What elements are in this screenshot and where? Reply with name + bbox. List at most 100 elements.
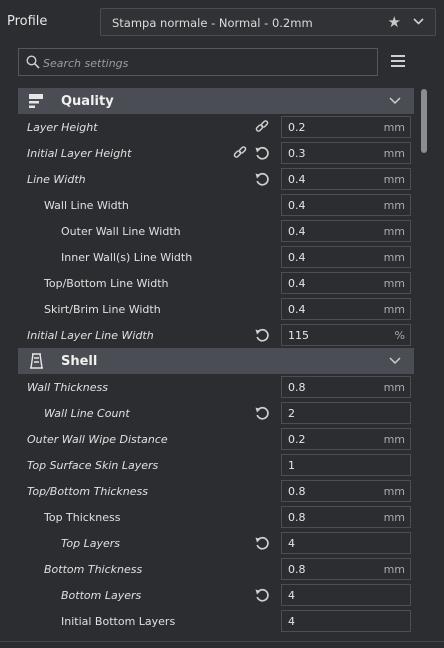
setting-value-field[interactable]: 1 <box>281 454 411 476</box>
search-box[interactable] <box>18 48 378 76</box>
setting-label: Top Surface Skin Layers <box>27 459 159 472</box>
setting-value-field[interactable]: 0.4 mm <box>281 220 411 242</box>
shell-icon <box>28 353 46 369</box>
setting-value-field[interactable]: 0.4 mm <box>281 298 411 320</box>
setting-value: 0.8 <box>288 511 306 524</box>
setting-row: Bottom Layers 4 <box>18 582 414 608</box>
setting-value-field[interactable]: 0.4 mm <box>281 272 411 294</box>
setting-row: Top/Bottom Line Width 0.4 mm <box>18 270 414 296</box>
setting-value-field[interactable]: 0.8 mm <box>281 480 411 502</box>
setting-value: 0.4 <box>288 173 306 186</box>
profile-label: Profile <box>7 14 48 29</box>
setting-label: Inner Wall(s) Line Width <box>61 251 193 264</box>
setting-label: Skirt/Brim Line Width <box>44 303 161 316</box>
setting-row: Top/Bottom Thickness 0.8 mm <box>18 478 414 504</box>
setting-label: Initial Layer Height <box>27 147 132 160</box>
setting-row: Initial Layer Line Width 115% <box>18 322 414 348</box>
setting-unit: mm <box>383 199 405 212</box>
search-icon <box>26 55 40 69</box>
profile-dropdown[interactable]: Stampa normale - Normal - 0.2mm ★ <box>100 8 436 36</box>
setting-value: 0.2 <box>288 121 306 134</box>
setting-value-field[interactable]: 0.4 mm <box>281 194 411 216</box>
setting-label: Top/Bottom Line Width <box>44 277 169 290</box>
setting-row: Skirt/Brim Line Width 0.4 mm <box>18 296 414 322</box>
setting-value-field[interactable]: 0.4 mm <box>281 246 411 268</box>
setting-value-field[interactable]: 4 <box>281 610 411 632</box>
setting-row: Wall Thickness 0.8 mm <box>18 374 414 400</box>
setting-row: Wall Line Width 0.4 mm <box>18 192 414 218</box>
setting-value-field[interactable]: 0.8 mm <box>281 376 411 398</box>
section-title: Shell <box>61 354 98 369</box>
setting-label: Line Width <box>27 173 86 186</box>
setting-row: Inner Wall(s) Line Width 0.4 mm <box>18 244 414 270</box>
reset-icon[interactable] <box>254 535 270 551</box>
chevron-down-icon <box>413 18 424 25</box>
setting-label: Outer Wall Line Width <box>61 225 181 238</box>
setting-value: 4 <box>288 615 295 628</box>
setting-value: 0.4 <box>288 251 306 264</box>
profile-selected-value: Stampa normale - Normal - 0.2mm <box>112 16 313 30</box>
reset-icon[interactable] <box>254 145 270 161</box>
setting-row: Outer Wall Wipe Distance 0.2 mm <box>18 426 414 452</box>
setting-row: Initial Bottom Layers 4 <box>18 608 414 634</box>
setting-value-field[interactable]: 4 <box>281 584 411 606</box>
setting-value-field[interactable]: 0.3 mm <box>281 142 411 164</box>
setting-unit: % <box>394 329 405 342</box>
search-input[interactable] <box>41 53 365 73</box>
setting-value-field[interactable]: 0.8 mm <box>281 506 411 528</box>
setting-value-field[interactable]: 0.2 mm <box>281 116 411 138</box>
setting-row: Line Width 0.4 mm <box>18 166 414 192</box>
setting-value-field[interactable]: 0.8 mm <box>281 558 411 580</box>
setting-unit: mm <box>383 173 405 186</box>
setting-label: Wall Line Count <box>44 407 130 420</box>
quality-icon <box>28 93 46 109</box>
reset-icon[interactable] <box>254 171 270 187</box>
reset-icon[interactable] <box>254 405 270 421</box>
settings-list: Quality Layer Height 0.2 mm Initial Layer He… <box>18 88 414 634</box>
setting-value: 4 <box>288 537 295 550</box>
setting-value-field[interactable]: 0.2 mm <box>281 428 411 450</box>
setting-unit: mm <box>383 225 405 238</box>
setting-value: 2 <box>288 407 295 420</box>
setting-unit: mm <box>383 433 405 446</box>
reset-icon[interactable] <box>254 327 270 343</box>
setting-value-field[interactable]: 2 <box>281 402 411 424</box>
link-icon[interactable] <box>232 145 248 161</box>
setting-value: 0.4 <box>288 303 306 316</box>
setting-label: Layer Height <box>27 121 98 134</box>
setting-unit: mm <box>383 121 405 134</box>
setting-value: 0.8 <box>288 485 306 498</box>
reset-icon[interactable] <box>254 587 270 603</box>
setting-label: Top/Bottom Thickness <box>27 485 148 498</box>
setting-value: 1 <box>288 459 295 472</box>
setting-label: Initial Layer Line Width <box>27 329 154 342</box>
setting-label: Top Layers <box>61 537 120 550</box>
settings-menu-icon[interactable] <box>391 55 405 69</box>
setting-label: Bottom Thickness <box>44 563 143 576</box>
setting-label: Top Thickness <box>44 511 121 524</box>
setting-label: Initial Bottom Layers <box>61 615 176 628</box>
setting-label: Bottom Layers <box>61 589 142 602</box>
star-icon[interactable]: ★ <box>388 13 401 31</box>
section-header-shell[interactable]: Shell <box>18 348 414 374</box>
setting-row: Top Thickness 0.8 mm <box>18 504 414 530</box>
setting-value: 115 <box>288 329 309 342</box>
link-icon[interactable] <box>254 119 270 135</box>
scrollbar-handle[interactable] <box>421 89 427 153</box>
setting-value: 0.4 <box>288 199 306 212</box>
setting-value-field[interactable]: 115% <box>281 324 411 346</box>
setting-unit: mm <box>383 277 405 290</box>
chevron-down-icon <box>389 97 401 105</box>
setting-row: Initial Layer Height 0.3 mm <box>18 140 414 166</box>
section-header-quality[interactable]: Quality <box>18 88 414 114</box>
setting-row: Top Layers 4 <box>18 530 414 556</box>
setting-label: Outer Wall Wipe Distance <box>27 433 168 446</box>
setting-value: 0.4 <box>288 277 306 290</box>
setting-value-field[interactable]: 4 <box>281 532 411 554</box>
setting-value-field[interactable]: 0.4 mm <box>281 168 411 190</box>
setting-unit: mm <box>383 147 405 160</box>
setting-unit: mm <box>383 303 405 316</box>
setting-value: 4 <box>288 589 295 602</box>
setting-value: 0.8 <box>288 563 306 576</box>
setting-value: 0.2 <box>288 433 306 446</box>
